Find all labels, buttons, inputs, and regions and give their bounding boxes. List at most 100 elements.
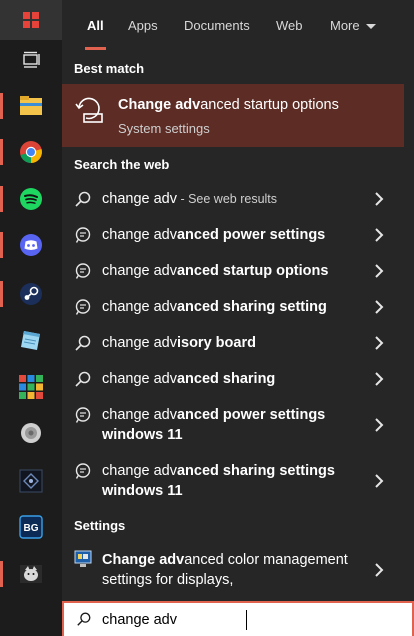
web-result-4[interactable]: change advisory board: [62, 325, 414, 361]
chevron-right-icon: [375, 372, 384, 386]
chevron-right-icon: [375, 418, 384, 432]
search-suggestion-icon: [75, 263, 91, 279]
active-tab-indicator: [85, 47, 106, 50]
best-match-title-bold: Change adv: [118, 97, 201, 113]
settings-result-text: Change advanced color management setting…: [102, 550, 364, 590]
best-match-subtitle: System settings: [118, 121, 210, 136]
best-match-title-rest: anced startup options: [200, 97, 339, 113]
web-result-query: change adv: [102, 463, 177, 479]
web-result-1[interactable]: change advanced power settings: [62, 217, 414, 253]
search-box[interactable]: [62, 601, 414, 636]
notepad-icon: [21, 331, 40, 350]
web-result-completion: anced power settings: [176, 227, 326, 243]
web-result-text: change advanced startup options: [102, 261, 364, 281]
taskbar-app-spotify[interactable]: [0, 177, 62, 221]
tab-documents[interactable]: Documents: [184, 0, 250, 50]
taskbar-app-bg[interactable]: BG: [0, 505, 62, 549]
section-settings: Settings: [74, 518, 126, 533]
tab-web-label: Web: [276, 17, 303, 33]
web-result-query: change adv: [102, 371, 177, 387]
taskbar: BG: [0, 0, 62, 636]
start-button[interactable]: [0, 0, 62, 40]
web-result-completion: isory board: [176, 335, 256, 351]
search-input[interactable]: [102, 609, 242, 631]
grid-app-icon: [19, 375, 43, 399]
web-result-text: change advanced sharing setting: [102, 297, 364, 317]
cat-app-icon: [20, 565, 42, 583]
web-result-3[interactable]: change advanced sharing setting: [62, 289, 414, 325]
web-result-2[interactable]: change advanced startup options: [62, 253, 414, 289]
taskbar-app-cat[interactable]: [0, 552, 62, 596]
search-icon: [75, 191, 91, 207]
tab-documents-label: Documents: [184, 17, 250, 33]
web-result-7[interactable]: change advanced sharing settings windows…: [62, 453, 414, 509]
settings-result-bold: Change adv: [102, 552, 185, 568]
windows-start-icon: [23, 12, 39, 28]
spotify-icon: [20, 188, 42, 210]
chevron-right-icon: [375, 300, 384, 314]
web-result-query: change adv: [102, 407, 177, 423]
display-color-icon: [74, 550, 92, 567]
web-result-text: change advanced power settings windows 1…: [102, 405, 364, 445]
web-result-query: change adv: [102, 191, 177, 207]
taskbar-app-steam[interactable]: [0, 272, 62, 316]
web-result-text: change advanced sharing: [102, 369, 364, 389]
search-suggestion-icon: [75, 299, 91, 315]
search-icon: [77, 612, 91, 626]
web-result-6[interactable]: change advanced power settings windows 1…: [62, 397, 414, 453]
web-result-query: change adv: [102, 299, 177, 315]
chevron-right-icon: [375, 228, 384, 242]
web-result-completion: anced sharing setting: [176, 299, 327, 315]
tab-apps[interactable]: Apps: [128, 0, 158, 50]
filter-tabs: All Apps Documents Web More: [62, 0, 414, 50]
search-suggestion-icon: [75, 463, 91, 479]
text-cursor: [246, 610, 247, 630]
taskbar-app-speaker[interactable]: [0, 411, 62, 455]
tab-more[interactable]: More: [330, 0, 376, 50]
search-suggestion-icon: [75, 227, 91, 243]
web-result-hint: - See web results: [176, 192, 278, 206]
settings-result-0[interactable]: Change advanced color management setting…: [62, 542, 414, 598]
svg-text:BG: BG: [24, 523, 39, 534]
web-result-text: change advanced power settings: [102, 225, 364, 245]
web-result-query: change adv: [102, 335, 177, 351]
search-icon: [75, 335, 91, 351]
web-result-text: change advisory board: [102, 333, 364, 353]
web-result-query: change adv: [102, 227, 177, 243]
taskbar-app-chrome[interactable]: [0, 130, 62, 174]
taskbar-app-discord[interactable]: [0, 223, 62, 267]
bg-app-icon: BG: [19, 515, 43, 539]
tab-all[interactable]: All: [85, 0, 106, 50]
task-view-icon: [23, 51, 40, 68]
section-search-web: Search the web: [74, 157, 170, 172]
web-result-text: change advanced sharing settings windows…: [102, 461, 364, 501]
chevron-right-icon: [375, 563, 384, 577]
tab-more-label: More: [330, 17, 360, 33]
speaker-app-icon: [21, 423, 41, 443]
tab-web[interactable]: Web: [276, 0, 303, 50]
web-result-query: change adv: [102, 263, 177, 279]
section-best-match: Best match: [74, 61, 145, 76]
dark-app-icon: [19, 469, 43, 493]
search-suggestion-icon: [75, 407, 91, 423]
web-result-0[interactable]: change adv - See web results: [62, 181, 414, 217]
taskbar-app-dark[interactable]: [0, 459, 62, 503]
web-result-completion: anced startup options: [176, 263, 329, 279]
tab-all-label: All: [87, 17, 104, 33]
chevron-right-icon: [375, 474, 384, 488]
startup-recovery-icon: [75, 97, 103, 123]
taskbar-app-notepad[interactable]: [0, 318, 62, 362]
chevron-right-icon: [375, 264, 384, 278]
taskbar-app-grid[interactable]: [0, 365, 62, 409]
steam-icon: [20, 283, 42, 305]
tab-apps-label: Apps: [128, 17, 158, 33]
web-result-completion: anced sharing: [176, 371, 276, 387]
file-explorer-icon: [20, 96, 42, 115]
web-result-text: change adv - See web results: [102, 189, 364, 209]
best-match-result[interactable]: Change advanced startup options System s…: [62, 84, 404, 147]
chevron-right-icon: [375, 192, 384, 206]
taskbar-app-file-explorer[interactable]: [0, 84, 62, 128]
web-result-5[interactable]: change advanced sharing: [62, 361, 414, 397]
task-view-button[interactable]: [0, 40, 62, 80]
chevron-right-icon: [375, 336, 384, 350]
